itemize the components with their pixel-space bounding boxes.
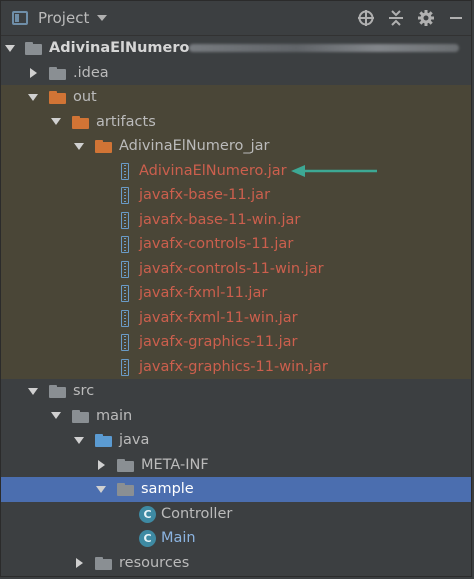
jar-file-icon <box>119 211 131 229</box>
source-root-folder-icon <box>95 434 112 447</box>
tree-node-jar[interactable]: javafx-controls-11.jar <box>1 232 471 257</box>
jar-file-icon <box>119 187 131 204</box>
tree-node-label: Main <box>161 530 196 547</box>
tree-node-java[interactable]: java <box>1 428 471 453</box>
tree-node-root[interactable]: AdivinaElNumero <box>1 36 471 61</box>
tree-node-label: java <box>119 432 150 449</box>
jar-file-label: javafx-fxml-11.jar <box>139 285 268 302</box>
project-view-icon <box>12 11 28 25</box>
project-tree: AdivinaElNumero .idea out artifacts Adiv… <box>1 36 471 575</box>
tree-node-sample[interactable]: sample <box>1 477 471 502</box>
tree-node-jar[interactable]: javafx-graphics-11-win.jar <box>1 354 471 379</box>
chevron-down-icon[interactable] <box>97 15 108 21</box>
gear-icon[interactable] <box>411 1 441 35</box>
root-module-label: AdivinaElNumero <box>49 40 190 57</box>
tree-node-label: out <box>73 89 97 106</box>
collapsed-arrow-icon[interactable] <box>74 558 84 568</box>
tree-node-jar[interactable]: javafx-fxml-11-win.jar <box>1 305 471 330</box>
expanded-arrow-icon[interactable] <box>28 92 38 102</box>
tool-window-header: Project <box>1 1 471 36</box>
collapse-icon[interactable] <box>381 1 411 35</box>
tree-node-label: artifacts <box>96 113 156 130</box>
tree-node-jar[interactable]: javafx-fxml-11.jar <box>1 281 471 306</box>
resources-folder-icon <box>95 556 112 570</box>
jar-file-icon <box>119 260 131 278</box>
redacted-path <box>189 44 459 52</box>
excluded-folder-icon <box>95 140 112 153</box>
annotation-arrow-icon <box>291 164 377 177</box>
jar-file-label: AdivinaElNumero.jar <box>139 162 287 179</box>
tree-node-main[interactable]: main <box>1 404 471 429</box>
tree-node-resources[interactable]: resources <box>1 551 471 576</box>
expanded-arrow-icon[interactable] <box>51 117 61 127</box>
jar-file-icon <box>119 334 131 351</box>
jar-file-label: javafx-fxml-11-win.jar <box>139 309 298 326</box>
jar-file-label: javafx-base-11-win.jar <box>139 211 301 228</box>
tree-node-out[interactable]: out <box>1 85 471 110</box>
jar-file-label: javafx-graphics-11.jar <box>139 334 298 351</box>
tree-node-jar[interactable]: javafx-base-11-win.jar <box>1 207 471 232</box>
expanded-arrow-icon[interactable] <box>28 386 38 396</box>
tree-node-src[interactable]: src <box>1 379 471 404</box>
project-view-title[interactable]: Project <box>38 9 89 27</box>
project-tool-window: Project AdivinaElNumero .idea out artifa… <box>0 0 472 577</box>
excluded-folder-icon <box>49 91 66 104</box>
tree-node-label: Controller <box>161 505 233 522</box>
tree-node-jar[interactable]: javafx-graphics-11.jar <box>1 330 471 355</box>
tree-node-artifact-folder[interactable]: AdivinaElNumero_jar <box>1 134 471 159</box>
tree-node-label: resources <box>119 554 190 571</box>
expanded-arrow-icon[interactable] <box>96 484 106 494</box>
tree-node-jar[interactable]: javafx-base-11.jar <box>1 183 471 208</box>
tree-node-label: .idea <box>73 64 109 81</box>
minimize-icon[interactable] <box>441 1 471 35</box>
tree-node-jar[interactable]: javafx-controls-11-win.jar <box>1 256 471 281</box>
module-folder-icon <box>25 42 42 55</box>
expanded-arrow-icon[interactable] <box>5 43 15 53</box>
jar-file-label: javafx-base-11.jar <box>139 187 271 204</box>
tree-node-label: sample <box>141 481 194 498</box>
tree-node-main-class[interactable]: C Main <box>1 526 471 551</box>
tree-node-label: src <box>73 383 95 400</box>
jar-file-label: javafx-controls-11.jar <box>139 236 294 253</box>
expanded-arrow-icon[interactable] <box>51 411 61 421</box>
jar-file-icon <box>119 162 131 180</box>
header-toolbar <box>351 1 471 35</box>
expanded-arrow-icon[interactable] <box>74 141 84 151</box>
folder-icon <box>49 66 66 80</box>
tree-node-label: main <box>96 407 133 424</box>
tree-node-label: AdivinaElNumero_jar <box>119 138 270 155</box>
java-class-icon: C <box>139 530 156 547</box>
tree-node-controller[interactable]: C Controller <box>1 502 471 527</box>
expanded-arrow-icon[interactable] <box>74 435 84 445</box>
folder-icon <box>117 458 134 472</box>
package-folder-icon <box>117 483 134 496</box>
jar-file-label: javafx-controls-11-win.jar <box>139 260 324 277</box>
folder-icon <box>49 385 66 398</box>
tree-node-meta-inf[interactable]: META-INF <box>1 453 471 478</box>
jar-file-icon <box>119 285 131 302</box>
collapsed-arrow-icon[interactable] <box>28 68 38 78</box>
tree-node-label: META-INF <box>141 456 209 473</box>
jar-file-icon <box>119 236 131 253</box>
jar-file-icon <box>119 309 131 327</box>
tree-node-idea[interactable]: .idea <box>1 61 471 86</box>
folder-icon <box>72 409 89 423</box>
excluded-folder-icon <box>72 115 89 129</box>
jar-file-label: javafx-graphics-11-win.jar <box>139 358 328 375</box>
collapsed-arrow-icon[interactable] <box>96 460 106 470</box>
java-class-icon: C <box>139 505 156 523</box>
tree-node-artifacts[interactable]: artifacts <box>1 109 471 134</box>
tree-node-jar[interactable]: AdivinaElNumero.jar <box>1 158 471 183</box>
crosshair-icon[interactable] <box>351 1 381 35</box>
jar-file-icon <box>119 358 131 376</box>
